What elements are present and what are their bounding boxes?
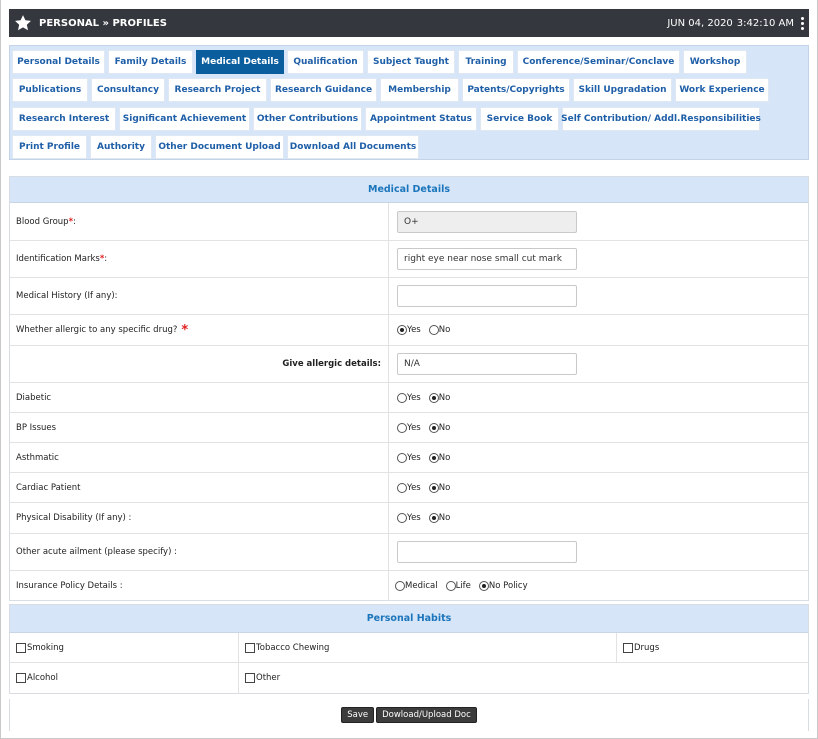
allergic-details-field[interactable]: N/A (397, 353, 577, 375)
diabetic-yes-radio[interactable]: Yes (397, 392, 421, 403)
tab-download-all-documents[interactable]: Download All Documents (287, 135, 419, 159)
medical-details-heading: Medical Details (10, 177, 808, 203)
save-button[interactable]: Save (341, 707, 375, 723)
cardiac-row: Cardiac Patient Yes No (10, 473, 808, 503)
tab-other-document-upload[interactable]: Other Document Upload (155, 135, 284, 159)
medical-history-field[interactable] (397, 285, 577, 307)
bp-no-radio[interactable]: No (428, 422, 450, 433)
medical-details-panel: Medical Details Blood Group * : O+ Identi… (9, 176, 809, 601)
insurance-medical-radio[interactable]: Medical (395, 581, 438, 591)
tab-personal-details[interactable]: Personal Details (12, 50, 105, 74)
page-header: PERSONAL » PROFILES JUN 04, 2020 3:42:10… (9, 9, 809, 37)
disability-row: Physical Disability (If any) : Yes No (10, 503, 808, 534)
allergic-yes-radio[interactable]: Yes (397, 325, 421, 335)
personal-habits-panel: Personal Habits Smoking Tobacco Chewing … (9, 604, 809, 694)
asthmatic-row: Asthmatic Yes No (10, 443, 808, 473)
profile-tabs: Personal Details Family Details Medical … (9, 45, 809, 160)
tab-research-project[interactable]: Research Project (168, 78, 267, 102)
tab-patents[interactable]: Patents/Copyrights (462, 78, 570, 102)
identification-marks-row: Identification Marks * : right eye near n… (10, 241, 808, 278)
insurance-label: Insurance Policy Details : (16, 581, 123, 591)
medical-history-label: Medical History (If any): (16, 291, 118, 301)
acute-ailment-row: Other acute ailment (please specify) : (10, 534, 808, 571)
tab-appointment-status[interactable]: Appointment Status (365, 107, 477, 131)
diabetic-row: Diabetic Yes No (10, 383, 808, 413)
drugs-checkbox[interactable]: Drugs (623, 633, 659, 663)
tab-membership[interactable]: Membership (380, 78, 459, 102)
asthmatic-no-radio[interactable]: No (428, 452, 450, 463)
disability-label: Physical Disability (If any) : (16, 513, 132, 523)
tab-qualification[interactable]: Qualification (287, 50, 364, 74)
page-title: PERSONAL » PROFILES (39, 17, 167, 29)
tab-conference[interactable]: Conference/Seminar/Conclave (517, 50, 680, 74)
acute-ailment-label: Other acute ailment (please specify) : (16, 547, 177, 557)
star-icon (15, 15, 31, 31)
tab-service-book[interactable]: Service Book (480, 107, 559, 131)
asthmatic-yes-radio[interactable]: Yes (397, 452, 421, 463)
blood-group-label: Blood Group (16, 216, 69, 227)
tab-authority[interactable]: Authority (90, 135, 152, 159)
other-checkbox[interactable]: Other (245, 663, 280, 693)
personal-habits-heading: Personal Habits (10, 605, 808, 633)
insurance-life-radio[interactable]: Life (445, 581, 471, 591)
tab-self-contribution[interactable]: Self Contribution/ Addl.Responsibilities (561, 107, 761, 131)
cardiac-no-radio[interactable]: No (428, 482, 450, 493)
tab-training[interactable]: Training (458, 50, 514, 74)
identification-marks-field[interactable]: right eye near nose small cut mark (397, 248, 577, 270)
header-time: 3:42:10 AM (736, 17, 794, 29)
tab-medical-details[interactable]: Medical Details (196, 50, 284, 74)
insurance-no-policy-radio[interactable]: No Policy (478, 581, 528, 591)
allergic-label: Whether allergic to any specific drug? (16, 325, 178, 335)
tab-work-experience[interactable]: Work Experience (675, 78, 769, 102)
tab-skill-upgradation[interactable]: Skill Upgradation (573, 78, 672, 102)
bp-row: BP Issues Yes No (10, 413, 808, 443)
disability-yes-radio[interactable]: Yes (397, 513, 421, 523)
blood-group-row: Blood Group * : O+ (10, 203, 808, 241)
tab-publications[interactable]: Publications (12, 78, 88, 102)
bp-label: BP Issues (16, 422, 57, 433)
cardiac-label: Cardiac Patient (16, 482, 81, 493)
tobacco-checkbox[interactable]: Tobacco Chewing (245, 633, 329, 663)
acute-ailment-field[interactable] (397, 541, 577, 563)
disability-no-radio[interactable]: No (428, 513, 450, 523)
tab-significant-achievement[interactable]: Significant Achievement (119, 107, 250, 131)
habits-row-1: Smoking Tobacco Chewing Drugs (10, 633, 808, 663)
tab-subject-taught[interactable]: Subject Taught (367, 50, 455, 74)
tab-print-profile[interactable]: Print Profile (12, 135, 87, 159)
upload-doc-button[interactable]: Dowload/Upload Doc (376, 707, 477, 723)
tab-workshop[interactable]: Workshop (683, 50, 747, 74)
cardiac-yes-radio[interactable]: Yes (397, 482, 421, 493)
habits-row-2: Alcohol Other (10, 663, 808, 693)
allergic-details-row: Give allergic details: N/A (10, 346, 808, 383)
medical-history-row: Medical History (If any): (10, 278, 808, 315)
blood-group-field[interactable]: O+ (397, 210, 577, 233)
tab-other-contributions[interactable]: Other Contributions (253, 107, 362, 131)
tab-family-details[interactable]: Family Details (108, 50, 193, 74)
bp-yes-radio[interactable]: Yes (397, 422, 421, 433)
smoking-checkbox[interactable]: Smoking (16, 633, 64, 663)
allergic-row: Whether allergic to any specific drug? * … (10, 315, 808, 346)
diabetic-no-radio[interactable]: No (428, 392, 450, 403)
identification-marks-label: Identification Marks (16, 254, 100, 264)
tab-research-guidance[interactable]: Research Guidance (270, 78, 377, 102)
diabetic-label: Diabetic (16, 392, 52, 403)
allergic-details-label: Give allergic details: (282, 359, 381, 369)
tab-research-interest[interactable]: Research Interest (12, 107, 116, 131)
insurance-row: Insurance Policy Details : Medical Life … (10, 571, 808, 601)
action-bar: Save Dowload/Upload Doc (9, 699, 809, 731)
tab-consultancy[interactable]: Consultancy (91, 78, 165, 102)
alcohol-checkbox[interactable]: Alcohol (16, 663, 58, 693)
header-date: JUN 04, 2020 (667, 17, 733, 29)
more-options-icon[interactable] (801, 16, 804, 30)
allergic-no-radio[interactable]: No (428, 325, 450, 335)
asthmatic-label: Asthmatic (16, 452, 59, 463)
